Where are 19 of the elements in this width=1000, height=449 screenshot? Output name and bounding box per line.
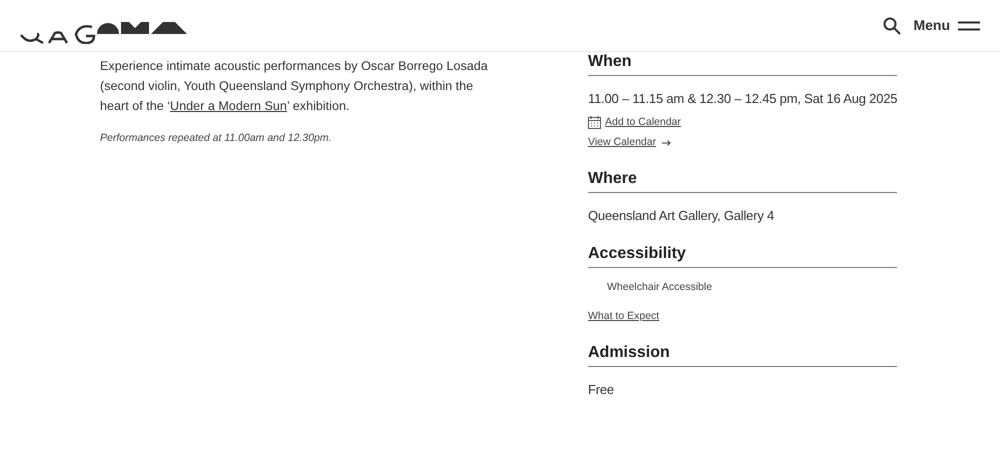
view-calendar-link[interactable]: View Calendar — [588, 135, 656, 152]
note-text: Performances repeated at 11.00am and 12.30pm. — [100, 131, 333, 146]
section-heading: Accessibility — [588, 244, 897, 268]
calendar-icon — [588, 116, 601, 130]
accessibility-feature: Wheelchair Accessible — [607, 280, 712, 296]
menu-icon — [958, 20, 980, 30]
description-text: Experience intimate acoustic performances by Oscar Borrego Losada (second violin, Youth Queensland Symphony Orchestra), within the heart of the ‘Under a Modern Sun’ exhibition. — [100, 58, 489, 115]
search-icon[interactable] — [883, 16, 902, 34]
what-to-expect-link[interactable]: What to Expect — [588, 308, 660, 325]
section-heading: When — [588, 52, 897, 76]
arrow-icon — [662, 140, 672, 146]
info-text: Queensland Art Gallery, Gallery 4 — [588, 207, 774, 226]
section-heading: Admission — [588, 342, 897, 367]
section-heading: Where — [588, 169, 897, 194]
info-text: 11.00 – 11.15 am & 12.30 – 12.45 pm, Sat 16 Aug 2025 — [588, 90, 898, 108]
menu-button[interactable]: Menu — [913, 15, 980, 36]
add-to-calendar-link[interactable]: Add to Calendar — [605, 114, 681, 130]
exhibition-link[interactable]: Under a Modern Sun — [170, 99, 287, 113]
info-text: Free — [588, 380, 614, 399]
